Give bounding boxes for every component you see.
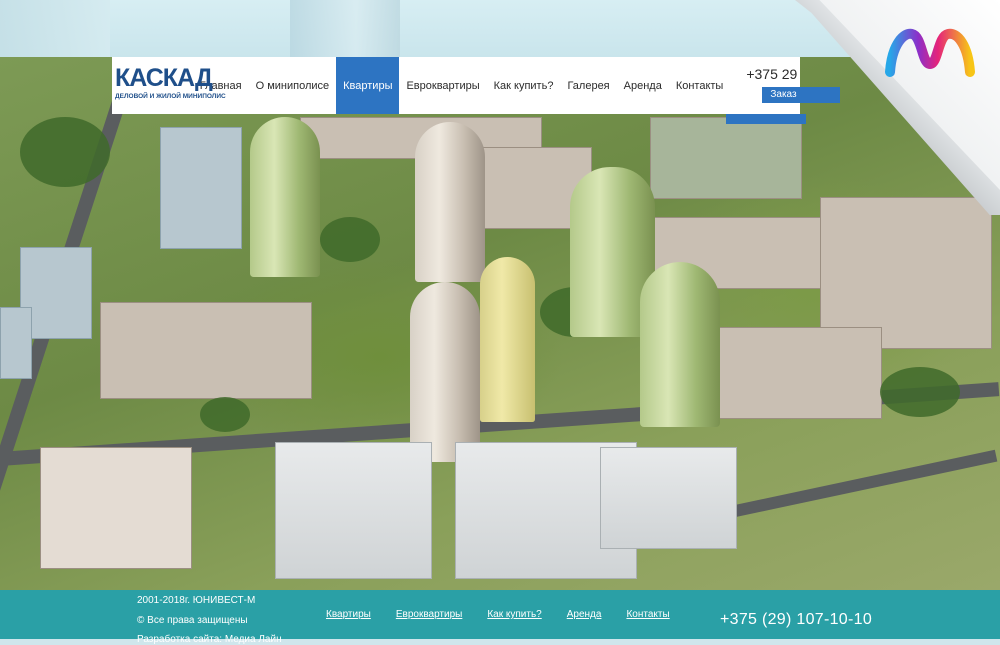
- footer-link-contacts[interactable]: Контакты: [626, 609, 669, 620]
- building: [650, 117, 802, 199]
- footer-link-euro-apartments[interactable]: Евроквартиры: [396, 609, 463, 620]
- footer-links: Квартиры Евроквартиры Как купить? Аренда…: [326, 609, 695, 620]
- tower: [480, 257, 535, 422]
- tree: [320, 217, 380, 262]
- logo-wordmark: КАСКАД: [115, 64, 213, 92]
- building: [100, 302, 312, 399]
- building: [600, 447, 737, 549]
- nav-item-how-to-buy[interactable]: Как купить?: [487, 57, 561, 114]
- header-contact: +375 29 Заказ: [742, 57, 841, 114]
- page-peel-corner[interactable]: [795, 0, 1000, 215]
- building: [0, 307, 32, 379]
- order-dropdown-tab[interactable]: [726, 114, 806, 124]
- nav-item-rent[interactable]: Аренда: [617, 57, 669, 114]
- m-brand-logo-icon: [885, 28, 975, 77]
- tower: [415, 122, 485, 282]
- footer-rights: © Все права защищены: [137, 615, 248, 626]
- tree: [200, 397, 250, 432]
- tree: [20, 117, 110, 187]
- nav-item-gallery[interactable]: Галерея: [560, 57, 616, 114]
- site-footer: 2001-2018г. ЮНИВЕСТ-М © Все права защище…: [0, 590, 1000, 645]
- nav-item-euro-apartments[interactable]: Евроквартиры: [399, 57, 486, 114]
- nav-item-apartments[interactable]: Квартиры: [336, 57, 400, 114]
- main-nav: Главная О миниполисе Квартиры Еврокварти…: [193, 57, 731, 114]
- building: [710, 327, 882, 419]
- tower: [640, 262, 720, 427]
- tower: [250, 117, 320, 277]
- site-logo[interactable]: КАСКАД ДЕЛОВОЙ И ЖИЛОЙ МИНИПОЛИС: [112, 57, 226, 114]
- logo-subtitle: ДЕЛОВОЙ И ЖИЛОЙ МИНИПОЛИС: [115, 93, 226, 100]
- footer-link-rent[interactable]: Аренда: [567, 609, 602, 620]
- nav-item-contacts[interactable]: Контакты: [669, 57, 731, 114]
- tree: [880, 367, 960, 417]
- footer-phone[interactable]: +375 (29) 107-10-10: [720, 611, 872, 629]
- header-phone[interactable]: +375 29: [746, 66, 797, 82]
- site-header: КАСКАД ДЕЛОВОЙ И ЖИЛОЙ МИНИПОЛИС Главная…: [112, 57, 841, 114]
- background-building: [290, 0, 400, 57]
- building: [275, 442, 432, 579]
- footer-copyright: 2001-2018г. ЮНИВЕСТ-М: [137, 595, 256, 606]
- tower: [410, 282, 480, 462]
- building: [160, 127, 242, 249]
- nav-item-about[interactable]: О миниполисе: [249, 57, 337, 114]
- footer-link-apartments[interactable]: Квартиры: [326, 609, 371, 620]
- background-building: [0, 0, 110, 57]
- footer-developer[interactable]: Разработка сайта: Медиа Лайн: [137, 634, 282, 645]
- footer-link-how-to-buy[interactable]: Как купить?: [487, 609, 541, 620]
- building: [40, 447, 192, 569]
